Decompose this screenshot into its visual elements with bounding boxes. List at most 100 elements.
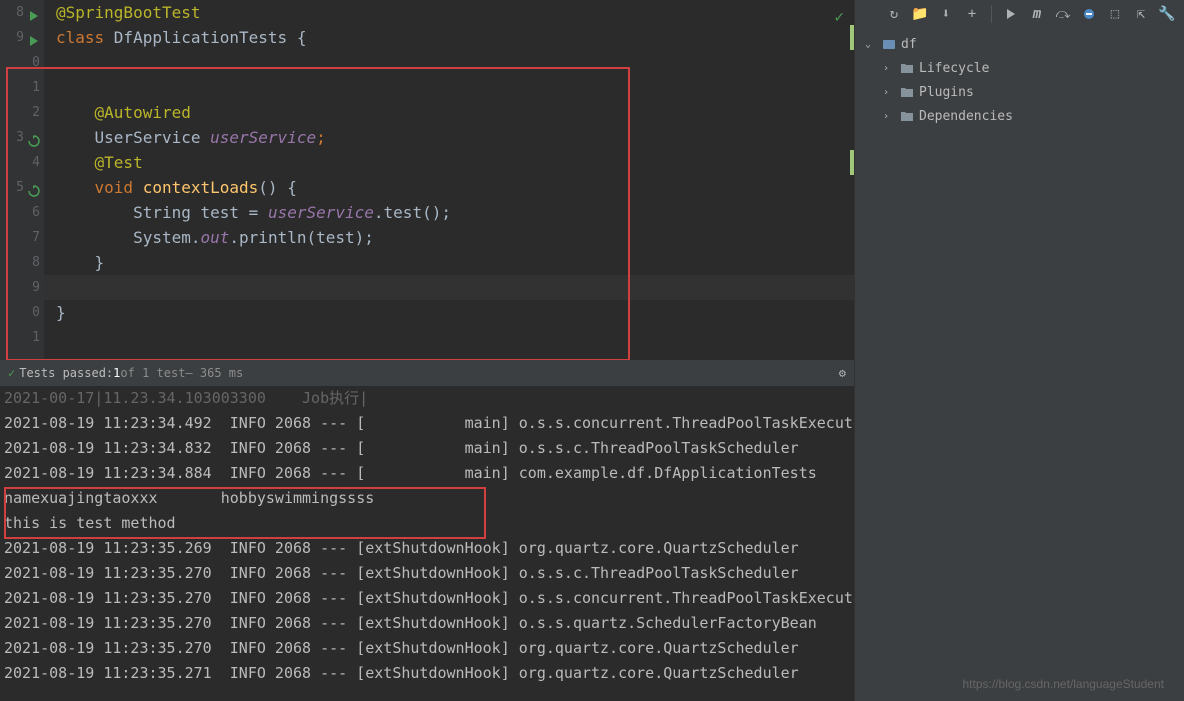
editor-panel: 89012345678901 ✓ @SpringBootTestclass Df… bbox=[0, 0, 854, 701]
gear-icon[interactable]: ⚙ bbox=[839, 366, 846, 380]
maven-toolbar: ↻📁⬇+ m⤼ ⬚⇱🔧 bbox=[855, 0, 1184, 28]
line-number: 2 bbox=[32, 100, 40, 125]
code-line[interactable] bbox=[44, 325, 854, 350]
console-line: 2021-08-19 11:23:35.270 INFO 2068 --- [e… bbox=[4, 636, 854, 661]
folder-icon bbox=[899, 60, 915, 76]
code-line[interactable]: @SpringBootTest bbox=[44, 0, 854, 25]
line-number: 9 bbox=[16, 25, 24, 50]
code-line[interactable]: class DfApplicationTests { bbox=[44, 25, 854, 50]
console-line: 2021-08-19 11:23:35.270 INFO 2068 --- [e… bbox=[4, 611, 854, 636]
chevron-right-icon: › bbox=[883, 87, 895, 98]
code-line[interactable] bbox=[44, 50, 854, 75]
line-number: 1 bbox=[32, 75, 40, 100]
module-icon bbox=[881, 36, 897, 52]
gutter-line[interactable]: 9 bbox=[0, 275, 44, 300]
chevron-right-icon: › bbox=[883, 111, 895, 122]
code-editor[interactable]: 89012345678901 ✓ @SpringBootTestclass Df… bbox=[0, 0, 854, 360]
m-icon-icon[interactable]: m bbox=[1026, 3, 1048, 25]
gutter-line[interactable]: 8 bbox=[0, 250, 44, 275]
code-content[interactable]: ✓ @SpringBootTestclass DfApplicationTest… bbox=[44, 0, 854, 360]
change-marker bbox=[850, 25, 854, 50]
change-marker bbox=[850, 150, 854, 175]
gutter-line[interactable]: 2 bbox=[0, 100, 44, 125]
code-line[interactable]: UserService userService; bbox=[44, 125, 854, 150]
line-number: 5 bbox=[16, 175, 24, 200]
chevron-right-icon: › bbox=[883, 63, 895, 74]
code-line[interactable]: void contextLoads() { bbox=[44, 175, 854, 200]
settings-icon[interactable]: 🔧 bbox=[1156, 3, 1178, 25]
test-of-text: of 1 test bbox=[120, 366, 185, 380]
tree-root-df[interactable]: ⌄ df bbox=[855, 32, 1184, 56]
gutter-line[interactable]: 5 bbox=[0, 175, 44, 200]
console-line: namexuajingtaoxxx hobbyswimmingssss bbox=[4, 486, 854, 511]
gutter-line[interactable]: 9 bbox=[0, 25, 44, 50]
console-line: 2021-08-19 11:23:34.832 INFO 2068 --- [ … bbox=[4, 436, 854, 461]
gutter-line[interactable]: 8 bbox=[0, 0, 44, 25]
line-number: 1 bbox=[32, 325, 40, 350]
code-line[interactable]: @Autowired bbox=[44, 100, 854, 125]
code-line[interactable]: } bbox=[44, 250, 854, 275]
maven-tree[interactable]: ⌄ df › Lifecycle › Plugins › Dependencie… bbox=[855, 28, 1184, 701]
gutter-line[interactable]: 7 bbox=[0, 225, 44, 250]
code-line[interactable]: System.out.println(test); bbox=[44, 225, 854, 250]
line-number: 0 bbox=[32, 50, 40, 75]
console-line: 2021-08-19 11:23:35.270 INFO 2068 --- [e… bbox=[4, 586, 854, 611]
console-line: 2021-08-19 11:23:35.269 INFO 2068 --- [e… bbox=[4, 536, 854, 561]
gutter-line[interactable]: 1 bbox=[0, 75, 44, 100]
watermark: https://blog.csdn.net/languageStudent bbox=[963, 677, 1165, 691]
test-status-bar: ✓ Tests passed: 1 of 1 test – 365 ms ⚙ bbox=[0, 360, 854, 386]
code-line[interactable]: String test = userService.test(); bbox=[44, 200, 854, 225]
tree-item-plugins[interactable]: › Plugins bbox=[855, 80, 1184, 104]
plus-icon[interactable]: + bbox=[961, 3, 983, 25]
refresh-icon[interactable] bbox=[26, 131, 40, 145]
code-line[interactable]: } bbox=[44, 300, 854, 325]
gutter-line[interactable]: 1 bbox=[0, 325, 44, 350]
test-passed-icon: ✓ bbox=[8, 366, 15, 380]
line-number: 9 bbox=[32, 275, 40, 300]
console-output[interactable]: 2021-00-17|11.23.34.103003300 Job执行|2021… bbox=[0, 386, 854, 700]
tree-item-lifecycle[interactable]: › Lifecycle bbox=[855, 56, 1184, 80]
console-line: this is test method bbox=[4, 511, 854, 536]
line-number: 4 bbox=[32, 150, 40, 175]
gutter-line[interactable]: 0 bbox=[0, 50, 44, 75]
refresh-icon[interactable]: ↻ bbox=[883, 3, 905, 25]
gutter-line[interactable]: 4 bbox=[0, 150, 44, 175]
gutter-line[interactable]: 6 bbox=[0, 200, 44, 225]
console-line: 2021-08-19 11:23:35.271 INFO 2068 --- [e… bbox=[4, 661, 854, 686]
line-number: 6 bbox=[32, 200, 40, 225]
test-passed-count: 1 bbox=[113, 366, 120, 380]
offline-icon[interactable] bbox=[1078, 3, 1100, 25]
tree-item-label: Lifecycle bbox=[919, 61, 989, 76]
play-icon[interactable] bbox=[1000, 3, 1022, 25]
collapse-icon[interactable]: ⇱ bbox=[1130, 3, 1152, 25]
show-deps-icon[interactable]: ⬚ bbox=[1104, 3, 1126, 25]
chevron-down-icon: ⌄ bbox=[865, 39, 877, 50]
download-icon[interactable]: ⬇ bbox=[935, 3, 957, 25]
line-number: 7 bbox=[32, 225, 40, 250]
console-line: 2021-08-19 11:23:34.492 INFO 2068 --- [ … bbox=[4, 411, 854, 436]
tree-root-label: df bbox=[901, 37, 917, 52]
test-duration: – 365 ms bbox=[185, 366, 243, 380]
run-panel: ✓ Tests passed: 1 of 1 test – 365 ms ⚙ 2… bbox=[0, 360, 854, 700]
line-number: 8 bbox=[32, 250, 40, 275]
add-config-icon[interactable]: 📁 bbox=[909, 3, 931, 25]
gutter-line[interactable]: 0 bbox=[0, 300, 44, 325]
tree-item-dependencies[interactable]: › Dependencies bbox=[855, 104, 1184, 128]
inspection-ok-icon: ✓ bbox=[834, 4, 844, 29]
test-status-prefix: Tests passed: bbox=[19, 366, 113, 380]
line-number: 0 bbox=[32, 300, 40, 325]
run-icon[interactable] bbox=[26, 31, 40, 45]
console-line: 2021-08-19 11:23:34.884 INFO 2068 --- [ … bbox=[4, 461, 854, 486]
toolbar-divider bbox=[991, 5, 992, 23]
refresh-icon[interactable] bbox=[26, 181, 40, 195]
skip-icon[interactable]: ⤼ bbox=[1052, 3, 1074, 25]
code-line[interactable]: @Test bbox=[44, 150, 854, 175]
code-line[interactable] bbox=[44, 75, 854, 100]
folder-icon bbox=[899, 108, 915, 124]
line-number: 8 bbox=[16, 0, 24, 25]
console-line: 2021-00-17|11.23.34.103003300 Job执行| bbox=[4, 386, 854, 411]
tree-item-label: Dependencies bbox=[919, 109, 1013, 124]
run-icon[interactable] bbox=[26, 6, 40, 20]
code-line[interactable] bbox=[44, 275, 854, 300]
gutter-line[interactable]: 3 bbox=[0, 125, 44, 150]
